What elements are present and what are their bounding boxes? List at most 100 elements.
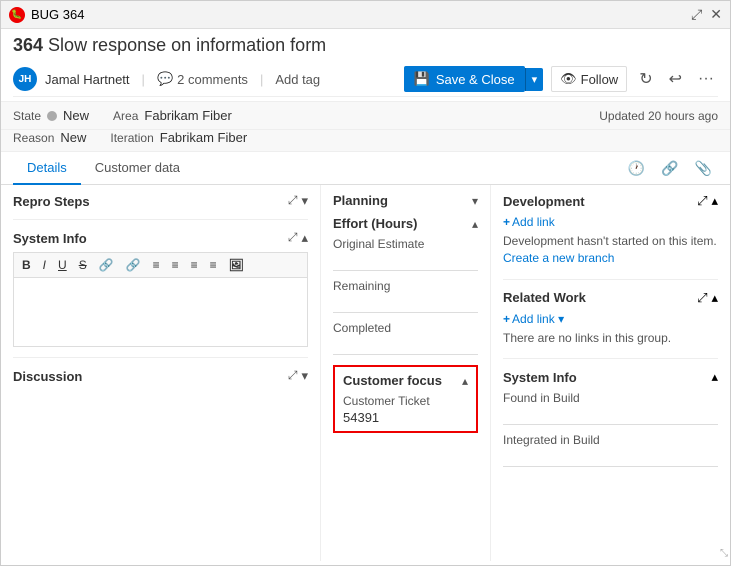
reason-group: Reason New: [13, 130, 86, 145]
refresh-button[interactable]: ↻: [635, 67, 656, 91]
link-tab-icon[interactable]: 🔗: [655, 154, 684, 183]
title-bar-right: ⤢ ✕: [691, 6, 722, 23]
create-branch-link[interactable]: Create a new branch: [503, 251, 614, 265]
more-button[interactable]: ···: [694, 68, 718, 90]
related-work-no-links: There are no links in this group.: [503, 330, 718, 347]
italic-button[interactable]: I: [39, 257, 50, 273]
comment-button[interactable]: 💬 2 comments: [157, 71, 248, 87]
iteration-value[interactable]: Fabrikam Fiber: [160, 130, 247, 145]
indent-button[interactable]: ≡: [187, 257, 202, 273]
original-estimate-value[interactable]: [333, 253, 478, 271]
reason-value[interactable]: New: [60, 130, 86, 145]
close-icon[interactable]: ✕: [710, 6, 722, 23]
planning-collapse-icon[interactable]: ▾: [472, 194, 478, 208]
sysinfo-right-collapse-icon[interactable]: ▴: [711, 369, 718, 385]
bullet-list-button[interactable]: ≡: [149, 257, 164, 273]
discussion-collapse-icon[interactable]: ▾: [301, 368, 308, 384]
sysinfo-expand-icon[interactable]: ⤢: [288, 230, 298, 246]
found-in-build-value[interactable]: [503, 407, 718, 425]
state-label: State: [13, 109, 41, 123]
save-close-dropdown[interactable]: ▾: [525, 68, 544, 91]
customer-ticket-value[interactable]: 54391: [343, 410, 468, 425]
editor-toolbar: B I U S 🔗 🔗 ≡ ≡ ≡ ≡ 🖼: [13, 252, 308, 277]
save-icon: 💾: [414, 71, 430, 87]
integrated-in-build-value[interactable]: [503, 449, 718, 467]
customer-focus-collapse-icon[interactable]: ▴: [462, 374, 468, 388]
system-info-title: System Info: [13, 231, 87, 246]
unlink-button[interactable]: 🔗: [122, 257, 145, 273]
save-close-button[interactable]: 💾 Save & Close: [404, 66, 525, 92]
dev-collapse-icon[interactable]: ▴: [711, 193, 718, 209]
area-value[interactable]: Fabrikam Fiber: [144, 108, 231, 123]
save-close-label: Save & Close: [436, 72, 515, 87]
development-title: Development: [503, 194, 585, 209]
discussion-expand-icon[interactable]: ⤢: [288, 368, 298, 384]
updated-timestamp: Updated 20 hours ago: [599, 109, 718, 123]
right-panel: Development ⤢ ▴ +Add link Development ha…: [491, 185, 730, 561]
follow-button[interactable]: 👁 Follow: [551, 66, 627, 92]
rw-add-link-plus-icon: +: [503, 312, 510, 326]
paperclip-tab-icon[interactable]: 📎: [689, 154, 718, 183]
area-label: Area: [113, 109, 138, 123]
divider-right-2: [503, 358, 718, 359]
customer-focus-section: Customer focus ▴ Customer Ticket 54391: [333, 365, 478, 433]
resize-handle[interactable]: ⤡: [720, 548, 728, 559]
image-button[interactable]: 🖼: [225, 257, 248, 273]
divider-2: [13, 357, 308, 358]
expand-icon[interactable]: ⤢: [691, 6, 702, 23]
left-panel: Repro Steps ⤢ ▾ System Info ⤢ ▴ B I U S …: [1, 185, 321, 561]
tab-details[interactable]: Details: [13, 152, 81, 185]
repro-steps-section-header: Repro Steps ⤢ ▾: [13, 193, 308, 209]
effort-collapse-icon[interactable]: ▴: [472, 217, 478, 231]
toolbar: JH Jamal Hartnett | 💬 2 comments | Add t…: [13, 62, 718, 97]
iteration-group: Iteration Fabrikam Fiber: [110, 130, 247, 145]
system-info-editor[interactable]: [13, 277, 308, 347]
effort-title: Effort (Hours): [333, 216, 418, 231]
completed-field: Completed: [333, 321, 478, 355]
discussion-section-header: Discussion ⤢ ▾: [13, 368, 308, 384]
undo-button[interactable]: ↩: [665, 67, 686, 91]
customer-ticket-label: Customer Ticket: [343, 394, 468, 408]
work-item-title-text: Slow response on information form: [43, 35, 326, 55]
integrated-in-build-label: Integrated in Build: [503, 433, 718, 447]
repro-collapse-icon[interactable]: ▾: [301, 193, 308, 209]
history-tab-icon[interactable]: 🕐: [622, 154, 651, 183]
system-info-right-section: System Info ▴ Found in Build Integrated …: [503, 369, 718, 467]
development-add-link[interactable]: +Add link: [503, 215, 718, 229]
remaining-label: Remaining: [333, 279, 478, 293]
system-info-section-header: System Info ⤢ ▴: [13, 230, 308, 246]
system-info-right-header: System Info ▴: [503, 369, 718, 385]
related-work-icons: ⤢ ▴: [697, 290, 718, 306]
remaining-value[interactable]: [333, 295, 478, 313]
related-work-add-link[interactable]: +Add link ▾: [503, 312, 718, 326]
dev-expand-icon[interactable]: ⤢: [697, 193, 707, 209]
work-item-title: 364 Slow response on information form: [13, 35, 718, 56]
original-estimate-label: Original Estimate: [333, 237, 478, 251]
state-value[interactable]: New: [63, 108, 89, 123]
comment-icon: 💬: [157, 71, 173, 87]
tab-customer-data[interactable]: Customer data: [81, 152, 194, 185]
completed-value[interactable]: [333, 337, 478, 355]
add-tag-button[interactable]: Add tag: [275, 72, 320, 87]
strikethrough-button[interactable]: S: [75, 257, 91, 273]
rw-collapse-icon[interactable]: ▴: [711, 290, 718, 306]
save-close-group: 💾 Save & Close ▾: [404, 66, 543, 92]
comment-count: 2 comments: [177, 72, 248, 87]
related-work-section: Related Work ⤢ ▴ +Add link ▾ There are n…: [503, 290, 718, 347]
bold-button[interactable]: B: [18, 257, 35, 273]
link-button[interactable]: 🔗: [95, 257, 118, 273]
sysinfo-collapse-icon[interactable]: ▴: [301, 230, 308, 246]
outdent-button[interactable]: ≡: [206, 257, 221, 273]
repro-expand-icon[interactable]: ⤢: [288, 193, 298, 209]
ordered-list-button[interactable]: ≡: [168, 257, 183, 273]
development-header: Development ⤢ ▴: [503, 193, 718, 209]
divider-right-1: [503, 279, 718, 280]
rw-expand-icon[interactable]: ⤢: [697, 290, 707, 306]
divider-1: [13, 219, 308, 220]
title-bar: 🐛 BUG 364 ⤢ ✕: [1, 1, 730, 29]
effort-section: Effort (Hours) ▴ Original Estimate Remai…: [333, 216, 478, 355]
eye-icon: 👁: [560, 71, 577, 87]
underline-button[interactable]: U: [54, 257, 71, 273]
bug-number: 364: [13, 35, 43, 55]
tabs-bar: Details Customer data 🕐 🔗 📎: [1, 152, 730, 185]
